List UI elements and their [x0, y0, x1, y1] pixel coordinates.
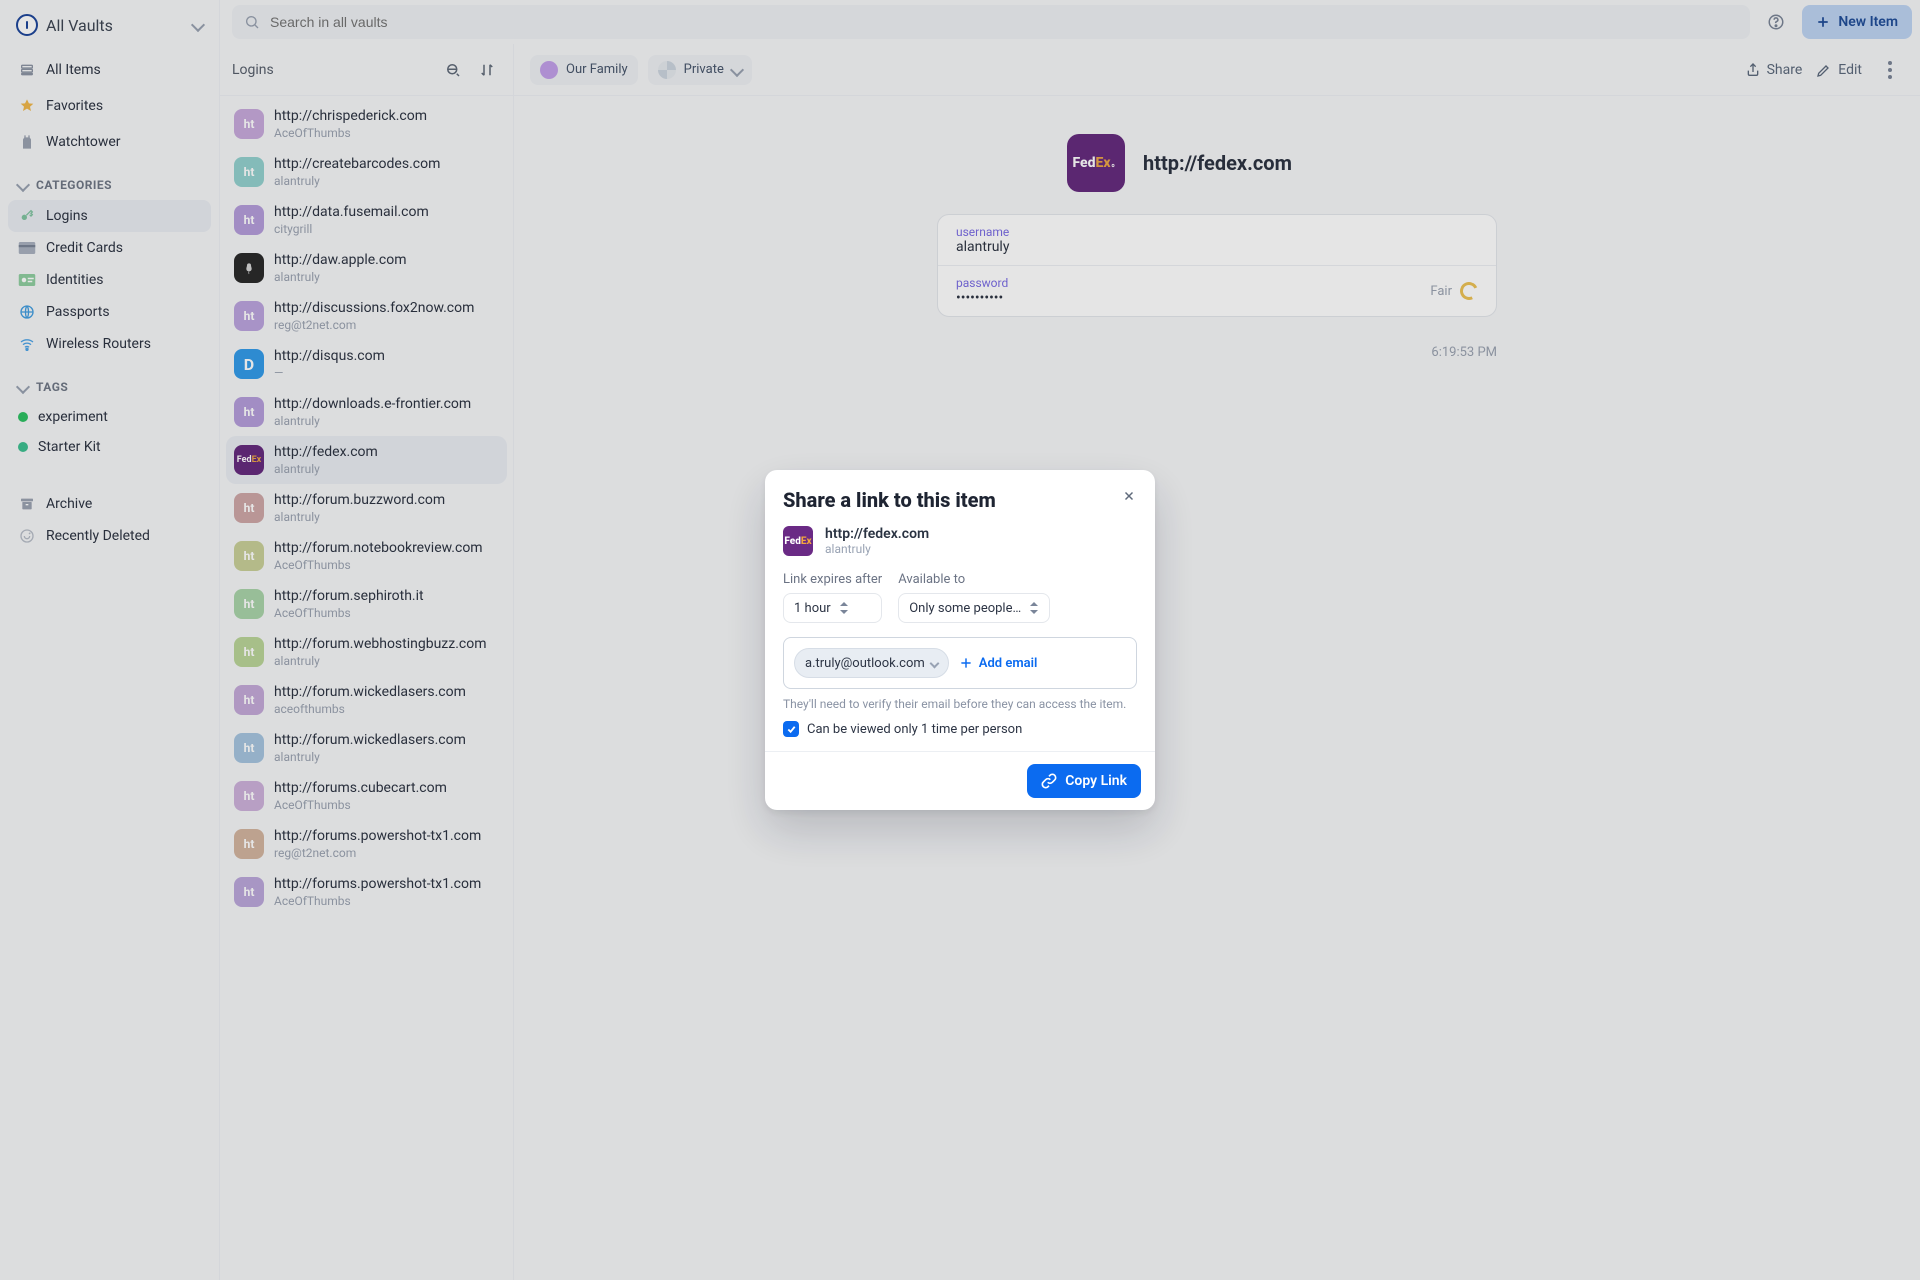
available-select[interactable]: Only some people…	[898, 593, 1050, 623]
chevron-down-icon	[931, 660, 938, 667]
copy-link-button[interactable]: Copy Link	[1027, 764, 1141, 798]
copy-link-label: Copy Link	[1065, 773, 1127, 789]
modal-scrim[interactable]: Share a link to this item FedEx http://f…	[0, 0, 1920, 1280]
dialog-title: Share a link to this item	[783, 488, 1137, 512]
app-root: All Vaults All ItemsFavoritesWatchtower …	[0, 0, 1920, 1280]
dialog-options: Link expires after 1 hour Available to O…	[783, 572, 1137, 623]
dialog-item: FedEx http://fedex.com alantruly	[783, 526, 1137, 556]
email-chip-label: a.truly@outlook.com	[805, 656, 925, 671]
add-email-label: Add email	[979, 656, 1038, 671]
checkbox-icon[interactable]	[783, 721, 799, 737]
plus-icon	[959, 656, 973, 670]
view-once-row[interactable]: Can be viewed only 1 time per person	[783, 721, 1137, 737]
link-icon	[1041, 773, 1057, 789]
available-label: Available to	[898, 572, 1050, 587]
close-button[interactable]	[1115, 482, 1143, 510]
add-email-button[interactable]: Add email	[959, 656, 1038, 671]
dialog-footer: Copy Link	[765, 751, 1155, 810]
expires-label: Link expires after	[783, 572, 882, 587]
share-dialog: Share a link to this item FedEx http://f…	[765, 470, 1155, 810]
view-once-label: Can be viewed only 1 time per person	[807, 722, 1022, 737]
expires-value: 1 hour	[794, 601, 831, 616]
stepper-icon	[1029, 602, 1039, 614]
close-icon	[1122, 489, 1136, 503]
dialog-item-sub: alantruly	[825, 542, 929, 556]
email-area[interactable]: a.truly@outlook.com Add email	[783, 637, 1137, 689]
dialog-hint: They'll need to verify their email befor…	[783, 697, 1137, 711]
available-value: Only some people…	[909, 601, 1021, 616]
stepper-icon	[839, 602, 849, 614]
expires-select[interactable]: 1 hour	[783, 593, 882, 623]
item-brand-icon: FedEx	[783, 526, 813, 556]
dialog-item-title: http://fedex.com	[825, 526, 929, 542]
email-chip[interactable]: a.truly@outlook.com	[794, 648, 949, 678]
